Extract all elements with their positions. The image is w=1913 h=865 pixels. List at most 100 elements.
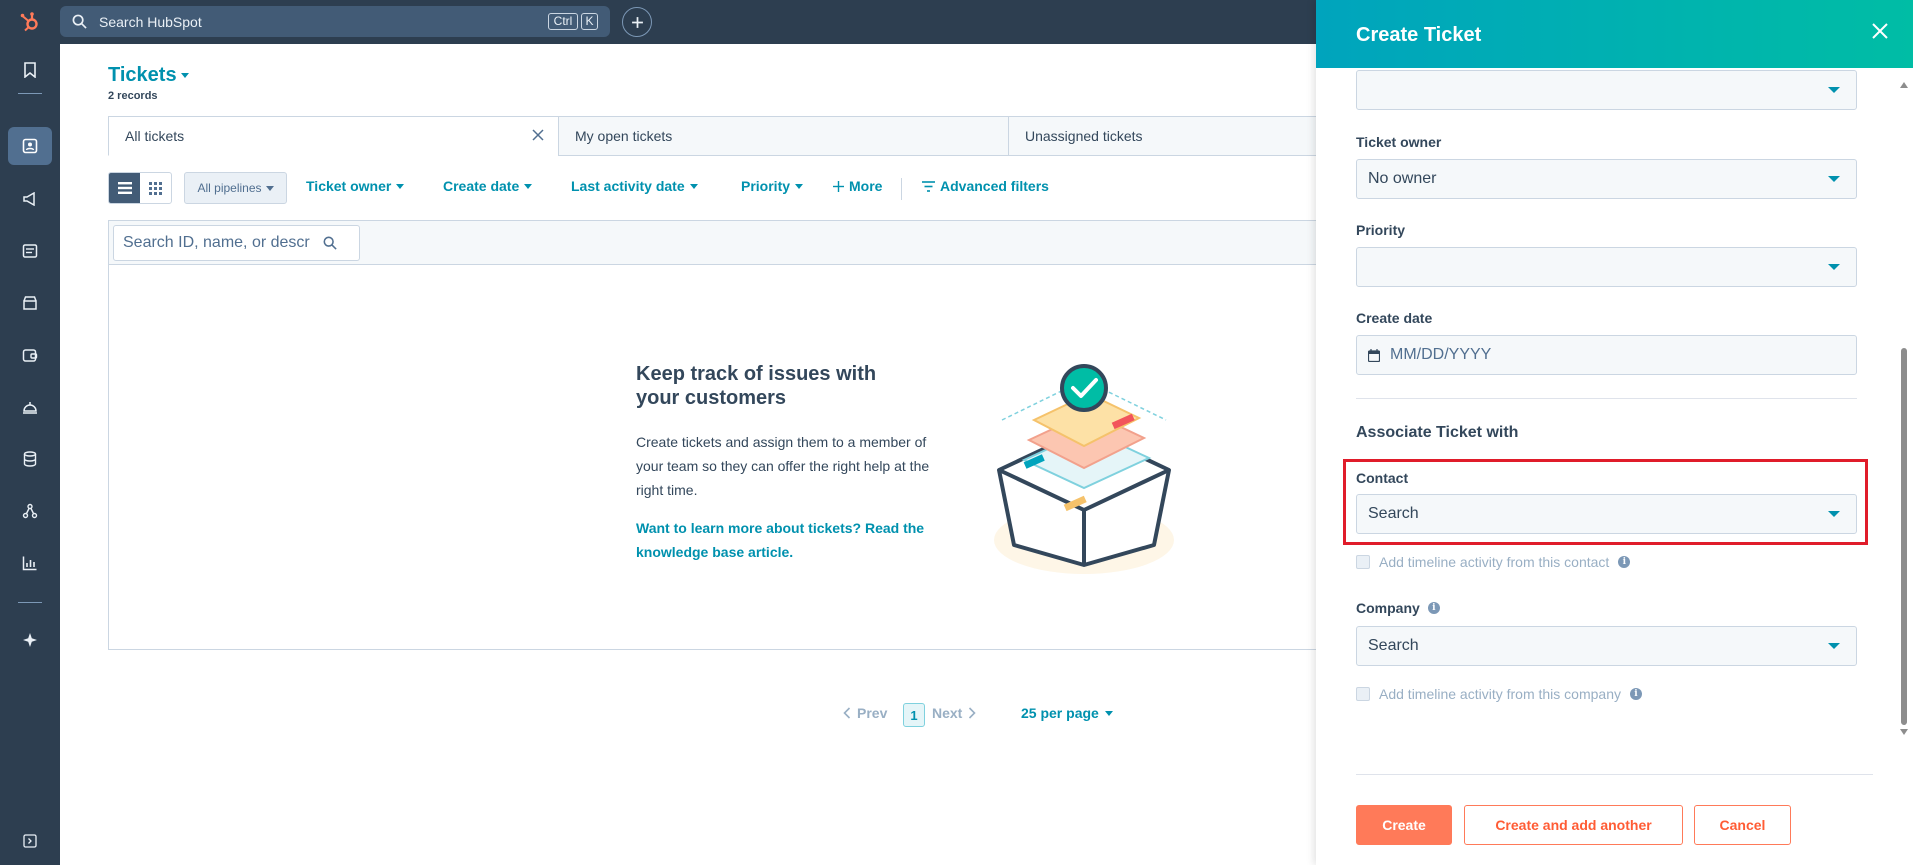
contact-search-select[interactable]: Search bbox=[1356, 494, 1857, 534]
filter-label: Priority bbox=[741, 178, 791, 194]
ticket-owner-filter[interactable]: Ticket owner bbox=[306, 178, 405, 194]
content-icon[interactable] bbox=[19, 240, 41, 262]
pipelines-label: All pipelines bbox=[197, 181, 262, 195]
filter-label: More bbox=[849, 178, 883, 194]
priority-filter[interactable]: Priority bbox=[741, 178, 804, 194]
contact-timeline-label: Add timeline activity from this contact bbox=[1379, 554, 1610, 570]
scroll-up-arrow-icon[interactable] bbox=[1900, 81, 1908, 89]
last-activity-date-filter[interactable]: Last activity date bbox=[571, 178, 698, 194]
empty-state-heading: Keep track of issues with your customers bbox=[636, 363, 877, 409]
create-ticket-panel: Create Ticket Ticket owner No owner Prio… bbox=[1316, 0, 1913, 865]
bookmark-icon[interactable] bbox=[19, 59, 41, 81]
dropdown-arrow-icon bbox=[1828, 176, 1840, 182]
page-title[interactable]: Tickets bbox=[108, 64, 189, 87]
filter-label: Create date bbox=[443, 178, 520, 194]
chevron-down-icon bbox=[1104, 710, 1113, 716]
panel-header: Create Ticket bbox=[1316, 0, 1913, 68]
hubspot-logo-icon[interactable] bbox=[19, 11, 41, 33]
create-date-input[interactable]: MM/DD/YYYY bbox=[1356, 335, 1857, 375]
search-icon bbox=[72, 14, 87, 29]
plus-icon bbox=[833, 180, 844, 192]
sparkle-icon[interactable] bbox=[19, 629, 41, 651]
search-icon[interactable] bbox=[323, 236, 337, 250]
expand-nav-icon[interactable] bbox=[19, 830, 41, 852]
service-icon[interactable] bbox=[19, 396, 41, 418]
create-and-add-another-button[interactable]: Create and add another bbox=[1464, 805, 1683, 845]
chevron-left-icon bbox=[843, 707, 851, 719]
create-button[interactable]: Create bbox=[1356, 805, 1452, 845]
company-select-value: Search bbox=[1368, 637, 1419, 654]
info-icon[interactable]: i bbox=[1427, 602, 1440, 614]
global-search-placeholder: Search HubSpot bbox=[99, 13, 202, 30]
reports-icon[interactable] bbox=[19, 552, 41, 574]
calendar-icon bbox=[1368, 348, 1380, 362]
tab-label: My open tickets bbox=[575, 128, 673, 144]
next-page-button[interactable]: Next bbox=[932, 705, 976, 721]
pipeline-select[interactable] bbox=[1356, 70, 1857, 110]
per-page-label: 25 per page bbox=[1021, 705, 1099, 721]
grid-icon bbox=[149, 181, 162, 195]
next-label: Next bbox=[932, 705, 963, 721]
ticket-owner-select[interactable]: No owner bbox=[1356, 159, 1857, 199]
list-view-button[interactable] bbox=[109, 173, 140, 203]
priority-label: Priority bbox=[1356, 222, 1406, 238]
advanced-filters-button[interactable]: Advanced filters bbox=[922, 178, 1049, 194]
prev-page-button[interactable]: Prev bbox=[843, 705, 887, 721]
associate-heading: Associate Ticket with bbox=[1356, 424, 1519, 441]
chevron-down-icon bbox=[689, 183, 698, 189]
tab-label: All tickets bbox=[125, 128, 185, 144]
create-date-filter[interactable]: Create date bbox=[443, 178, 533, 194]
tab-all-tickets[interactable]: All tickets bbox=[108, 116, 559, 156]
scroll-down-arrow-icon[interactable] bbox=[1900, 728, 1908, 736]
checkbox[interactable] bbox=[1356, 555, 1370, 569]
page-title-text: Tickets bbox=[108, 64, 177, 86]
company-search-select[interactable]: Search bbox=[1356, 626, 1857, 666]
plus-icon bbox=[631, 16, 643, 28]
company-timeline-checkbox[interactable]: Add timeline activity from this company … bbox=[1356, 686, 1642, 702]
dropdown-arrow-icon bbox=[1828, 511, 1840, 517]
nav-divider bbox=[18, 602, 42, 603]
contact-label: Contact bbox=[1356, 470, 1409, 486]
dropdown-arrow-icon bbox=[1828, 264, 1840, 270]
board-view-button[interactable] bbox=[140, 173, 171, 203]
global-search-input[interactable]: Search HubSpot Ctrl K bbox=[60, 6, 610, 37]
priority-select[interactable] bbox=[1356, 247, 1857, 287]
current-page[interactable]: 1 bbox=[903, 703, 925, 727]
shortcut-ctrl-key: Ctrl bbox=[548, 13, 578, 30]
dropdown-arrow-icon bbox=[1828, 87, 1840, 93]
filter-label: Ticket owner bbox=[306, 178, 392, 194]
tab-unassigned-tickets[interactable]: Unassigned tickets bbox=[1008, 116, 1328, 156]
info-icon[interactable]: i bbox=[1618, 556, 1631, 568]
chevron-down-icon bbox=[180, 73, 189, 78]
cancel-button[interactable]: Cancel bbox=[1694, 805, 1791, 845]
sales-icon[interactable] bbox=[19, 344, 41, 366]
commerce-icon[interactable] bbox=[19, 292, 41, 314]
scrollbar-thumb[interactable] bbox=[1901, 348, 1907, 725]
ticket-owner-value: No owner bbox=[1368, 170, 1437, 187]
knowledge-base-link[interactable]: Want to learn more about tickets? Read t… bbox=[636, 516, 936, 564]
info-icon[interactable]: i bbox=[1629, 688, 1642, 700]
create-new-button[interactable] bbox=[622, 7, 652, 37]
table-search-input[interactable] bbox=[123, 234, 323, 252]
database-icon[interactable] bbox=[19, 448, 41, 470]
ticket-owner-label: Ticket owner bbox=[1356, 134, 1442, 150]
checkbox[interactable] bbox=[1356, 687, 1370, 701]
megaphone-icon[interactable] bbox=[19, 188, 41, 210]
chevron-down-icon bbox=[795, 183, 804, 189]
tab-my-open-tickets[interactable]: My open tickets bbox=[558, 116, 1009, 156]
create-date-label: Create date bbox=[1356, 310, 1433, 326]
more-filters-button[interactable]: More bbox=[833, 178, 882, 194]
footer-divider bbox=[1356, 774, 1873, 775]
section-divider bbox=[1356, 398, 1857, 399]
pipelines-dropdown[interactable]: All pipelines bbox=[184, 172, 287, 204]
contacts-icon[interactable] bbox=[8, 127, 52, 165]
record-count: 2 records bbox=[108, 90, 158, 102]
close-tab-icon[interactable] bbox=[532, 129, 544, 141]
per-page-dropdown[interactable]: 25 per page bbox=[1021, 705, 1113, 721]
automation-icon[interactable] bbox=[19, 500, 41, 522]
contact-timeline-checkbox[interactable]: Add timeline activity from this contact … bbox=[1356, 554, 1631, 570]
contact-select-value: Search bbox=[1368, 505, 1419, 522]
close-icon[interactable] bbox=[1871, 22, 1889, 40]
dropdown-arrow-icon bbox=[1828, 643, 1840, 649]
table-search-box bbox=[113, 225, 360, 261]
